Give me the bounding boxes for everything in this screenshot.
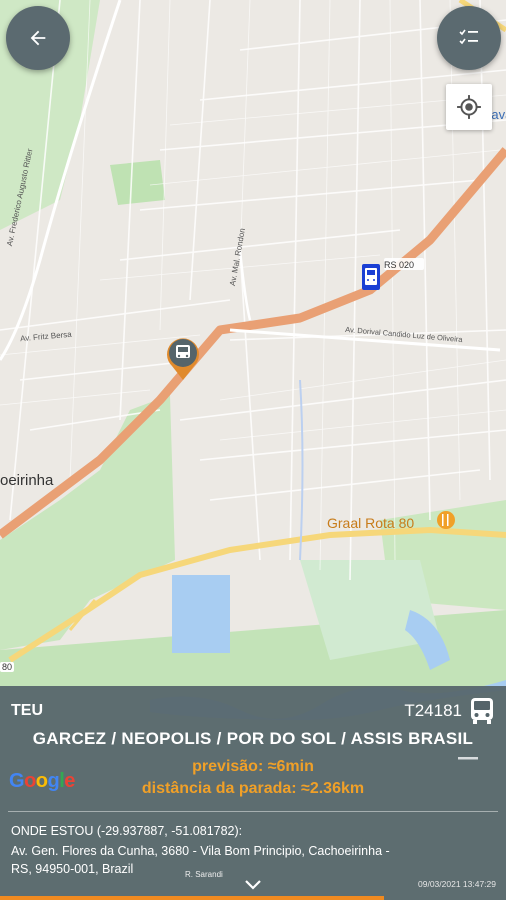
google-logo: Google xyxy=(9,770,75,793)
back-button[interactable] xyxy=(6,6,70,70)
chevron-down-icon[interactable] xyxy=(244,879,262,891)
google-logo-letter: o xyxy=(24,770,36,792)
bus-icon xyxy=(471,698,493,724)
google-logo-letter: o xyxy=(35,770,48,792)
my-location-button[interactable] xyxy=(446,84,492,130)
poi-label: Graal Rota 80 xyxy=(327,515,415,531)
vehicle-id: T24181 xyxy=(404,701,462,720)
eta-text: previsão: ≈6min xyxy=(192,758,314,775)
google-logo-letter: G xyxy=(9,770,25,792)
checklist-icon xyxy=(459,29,478,45)
bus-stop-marker[interactable] xyxy=(362,264,380,290)
google-logo-letter: g xyxy=(47,770,60,792)
crosshair-icon xyxy=(457,95,481,119)
bus-info-panel[interactable]: TEU T24181 GARCEZ / NEOPOLIS / POR DO SO… xyxy=(0,686,506,900)
restaurant-poi-icon[interactable] xyxy=(437,511,455,529)
checklist-menu-button[interactable] xyxy=(437,6,501,70)
line-code: TEU xyxy=(11,702,43,719)
street-label-bottom: R. Sarandi xyxy=(185,870,223,879)
progress-bar xyxy=(0,896,384,900)
distance-text: distância da parada: ≈2.36km xyxy=(141,780,365,797)
road-label-rs020: RS 020 xyxy=(384,260,415,270)
google-logo-letter: e xyxy=(64,770,75,792)
route-name: GARCEZ / NEOPOLIS / POR DO SOL / ASSIS B… xyxy=(32,729,474,748)
road-badge-bottom: 80 xyxy=(0,662,15,672)
city-label: oeirinha xyxy=(0,472,54,489)
arrow-left-icon xyxy=(30,30,46,46)
panel-divider xyxy=(8,811,498,812)
timestamp: 09/03/2021 13:47:29 xyxy=(418,879,496,889)
my-location-label: ONDE ESTOU (-29.937887, -51.081782): xyxy=(11,824,243,838)
